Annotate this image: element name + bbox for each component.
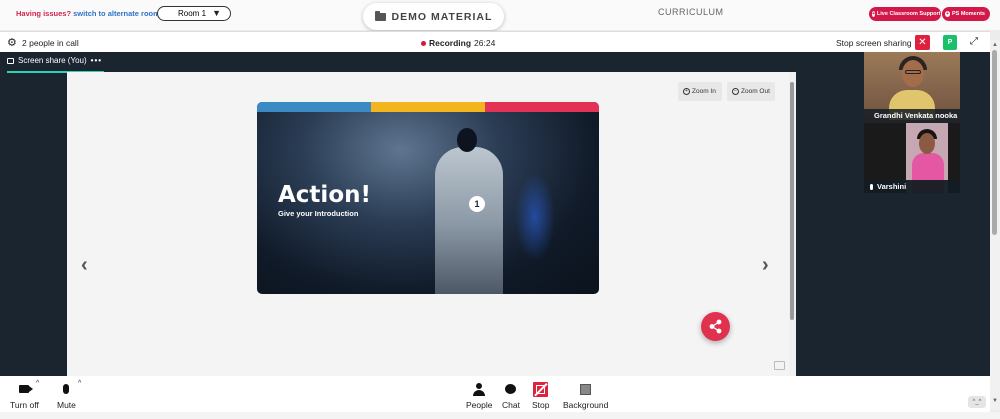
camera-icon bbox=[19, 385, 34, 393]
stage-tab-bar: Screen share (You) ••• bbox=[0, 52, 864, 73]
screen-share-tab[interactable]: Screen share (You) ••• bbox=[7, 56, 105, 73]
background-button[interactable]: Background bbox=[563, 381, 608, 410]
speaker-figure bbox=[435, 147, 503, 294]
live-support-button[interactable]: + Live Classroom Support bbox=[869, 7, 941, 21]
slide-stripe-red bbox=[485, 102, 599, 112]
mic-icon bbox=[63, 384, 70, 394]
stop-label: Stop bbox=[532, 400, 550, 410]
page-footer bbox=[0, 412, 1000, 419]
page-scrollbar[interactable]: ▲ ▼ bbox=[990, 40, 1000, 410]
slide-stripe-yellow bbox=[371, 102, 485, 112]
people-label: People bbox=[466, 400, 493, 410]
participant-video-glasses bbox=[905, 70, 921, 74]
slide-subtitle: Give your Introduction bbox=[278, 209, 359, 218]
main-stage: Screen share (You) ••• + Zoom In − Zoom … bbox=[0, 52, 864, 376]
mute-label: Mute bbox=[57, 400, 76, 410]
participant-name-bar: Varshini bbox=[864, 180, 960, 193]
chat-icon bbox=[505, 384, 517, 394]
participant-video-face bbox=[919, 133, 935, 154]
shared-document: + Zoom In − Zoom Out ‹ › Action! Give yo… bbox=[67, 72, 796, 376]
document-scroll-thumb[interactable] bbox=[790, 82, 794, 320]
people-count: 2 people in call bbox=[22, 38, 79, 48]
issues-notice: Having issues? switch to alternate room bbox=[16, 9, 160, 18]
share-button[interactable] bbox=[701, 312, 730, 341]
background-label: Background bbox=[563, 400, 609, 410]
zoom-out-button[interactable]: − Zoom Out bbox=[727, 82, 775, 101]
chat-label: Chat bbox=[502, 400, 520, 410]
recording-label: Recording bbox=[429, 38, 472, 48]
camera-toggle-label: Turn off bbox=[10, 400, 39, 410]
curriculum-link[interactable]: CURRICULUM bbox=[658, 7, 724, 17]
participant-name: Varshini bbox=[877, 182, 907, 191]
people-button[interactable]: People bbox=[466, 381, 492, 410]
chat-button[interactable]: Chat bbox=[502, 381, 520, 410]
call-controls: Turn off ^ Mute ^ People Chat Stop Backg… bbox=[0, 376, 990, 412]
close-icon[interactable]: ✕ bbox=[915, 35, 930, 50]
live-support-label: Live Classroom Support bbox=[876, 11, 941, 17]
presentation-slide: Action! Give your Introduction 1 bbox=[257, 102, 599, 294]
chevron-right-icon[interactable]: › bbox=[762, 254, 769, 277]
mute-button[interactable]: Mute bbox=[57, 381, 76, 410]
mic-icon bbox=[870, 183, 873, 190]
screen-icon bbox=[7, 58, 14, 64]
document-scrollbar[interactable] bbox=[789, 72, 796, 376]
app-root: Having issues? switch to alternate room … bbox=[0, 0, 1000, 419]
stop-share-button[interactable]: Stop bbox=[532, 381, 550, 410]
participant-tile[interactable]: Varshini bbox=[864, 123, 960, 193]
caret-down-icon: ▼ bbox=[212, 8, 221, 18]
more-options-icon[interactable]: ••• bbox=[91, 56, 102, 65]
minimize-icon[interactable] bbox=[774, 361, 785, 370]
recording-dot-icon bbox=[421, 40, 426, 46]
zoom-in-label: Zoom In bbox=[692, 88, 716, 95]
zoom-in-icon: + bbox=[683, 88, 690, 95]
room-select-value: Room 1 bbox=[178, 9, 207, 18]
scroll-down-icon[interactable]: ▼ bbox=[992, 398, 998, 404]
stage-light bbox=[515, 172, 555, 262]
slide-title: Action! bbox=[278, 182, 371, 208]
zoom-in-button[interactable]: + Zoom In bbox=[678, 82, 722, 101]
folder-icon bbox=[374, 10, 386, 21]
gear-icon[interactable]: ⚙ bbox=[7, 36, 17, 49]
demo-material-button[interactable]: DEMO MATERIAL bbox=[363, 3, 504, 30]
camera-toggle-button[interactable]: Turn off bbox=[10, 381, 39, 410]
p-button[interactable]: P bbox=[943, 35, 957, 50]
camera-options-chevron-icon[interactable]: ^ bbox=[36, 380, 39, 387]
people-icon bbox=[473, 382, 486, 396]
room-select[interactable]: Room 1 ▼ bbox=[157, 6, 231, 21]
ps-moments-label: PS Moments bbox=[951, 11, 985, 17]
expand-icon[interactable]: ⤢ bbox=[970, 36, 978, 47]
stop-sharing-label: Stop screen sharing bbox=[836, 38, 912, 48]
chevron-left-icon[interactable]: ‹ bbox=[81, 254, 88, 277]
participants-panel: Grandhi Venkata nooka ra... Varshini bbox=[864, 52, 990, 376]
recording-time: 26:24 bbox=[474, 38, 496, 48]
speaker-head bbox=[457, 128, 477, 152]
moments-icon: + bbox=[945, 11, 950, 17]
issues-label: Having issues? bbox=[16, 9, 72, 18]
zoom-out-icon: − bbox=[732, 88, 739, 95]
zoom-out-label: Zoom Out bbox=[741, 88, 770, 95]
mic-options-chevron-icon[interactable]: ^ bbox=[78, 380, 81, 387]
participant-name-bar: Grandhi Venkata nooka ra... bbox=[864, 109, 960, 122]
background-icon bbox=[580, 383, 592, 395]
top-bar: Having issues? switch to alternate room … bbox=[0, 0, 1000, 30]
page-scroll-thumb[interactable] bbox=[992, 50, 997, 235]
demo-material-label: DEMO MATERIAL bbox=[391, 10, 493, 23]
alternate-room-link[interactable]: switch to alternate room bbox=[73, 9, 160, 18]
stop-share-icon bbox=[533, 381, 549, 397]
support-icon: + bbox=[872, 11, 875, 17]
participant-name: Grandhi Venkata nooka ra... bbox=[874, 111, 960, 120]
scroll-up-icon[interactable]: ▲ bbox=[992, 42, 998, 48]
recording-indicator: Recording 26:24 bbox=[421, 38, 495, 48]
screen-share-label: Screen share (You) bbox=[18, 56, 87, 65]
ps-moments-button[interactable]: + PS Moments bbox=[942, 7, 990, 21]
share-icon bbox=[709, 319, 722, 334]
slide-stripe-blue bbox=[257, 102, 371, 112]
call-header: ⚙ 2 people in call Recording 26:24 Stop … bbox=[0, 31, 990, 52]
participant-tile[interactable]: Grandhi Venkata nooka ra... bbox=[864, 52, 960, 122]
chat-support-icon[interactable]: ^_^ bbox=[968, 396, 986, 408]
slide-number-badge: 1 bbox=[469, 196, 485, 212]
